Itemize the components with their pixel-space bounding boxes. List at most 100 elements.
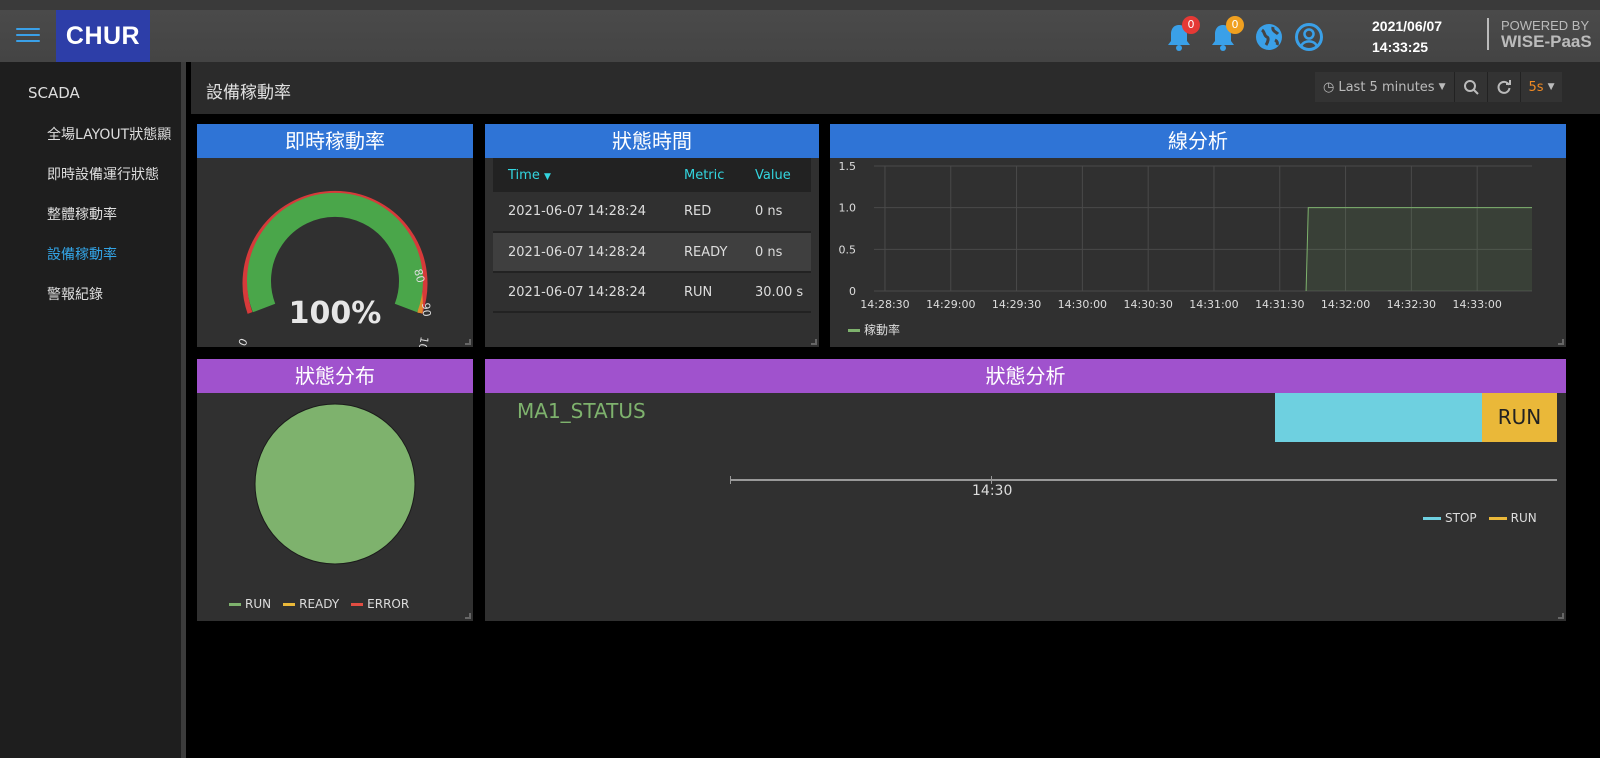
legend-item-ready[interactable]: READY [283,597,339,611]
y-tick-label: 0 [849,285,856,298]
cell-value: 0 ns [740,232,811,273]
sidebar-item-realtime-status[interactable]: 即時設備運行狀態 [47,164,159,184]
refresh-button[interactable] [1488,72,1521,102]
state-distribution-panel: 狀態分布 RUN READY ERROR [197,359,473,621]
line-chart: 0 0.5 1.0 1.5 14:28:30 14:29:00 14:29:30 14:30:… [839,160,1532,311]
x-tick-label: 14:31:00 [1189,298,1238,311]
panel-resize-handle[interactable] [1558,613,1564,619]
series-area [1306,207,1532,291]
user-profile-icon[interactable] [1294,22,1324,52]
datetime-display: 2021/06/07 14:33:25 [1372,16,1442,58]
legend-item-run[interactable]: RUN [229,597,271,611]
legend-item-stop[interactable]: STOP [1423,511,1477,525]
run-state-bar[interactable]: RUN [1482,393,1557,442]
x-tick-label: 14:32:00 [1321,298,1370,311]
gauge-tick-100: 100 [414,335,430,347]
hamburger-menu-icon[interactable] [10,24,46,50]
line-panel-title[interactable]: 線分析 [830,124,1566,158]
powered-by-logo: POWERED BY WISE-PaaS [1487,18,1592,50]
dashboard-titlebar: 設備稼動率 ◷ Last 5 minutes ▼ 5s ▼ [191,62,1600,114]
column-header-time[interactable]: Time ▼ [493,158,669,192]
panel-resize-handle[interactable] [465,339,471,345]
top-navbar: CHUR 0 0 2021/06/07 14:33:25 POWERED BY … [0,10,1600,62]
line-analysis-panel: 線分析 0 0.5 1.0 1.5 14:28:30 14:29:00 14:29:30 14… [830,124,1566,347]
caret-down-icon: ▼ [1547,82,1555,92]
y-tick-label: 0.5 [839,243,857,256]
refresh-interval-label: 5s [1528,79,1544,95]
cell-value: 30.00 s [740,272,811,313]
cell-metric: RED [669,192,740,233]
x-tick-label: 14:33:00 [1452,298,1501,311]
cell-metric: READY [669,232,740,273]
refresh-interval-picker[interactable]: 5s ▼ [1521,72,1563,102]
status-legend: STOP RUN [1423,511,1537,525]
gauge-panel-title[interactable]: 即時稼動率 [197,124,473,158]
x-tick-label: 14:30:30 [1123,298,1172,311]
column-header-value[interactable]: Value [740,158,811,192]
state-time-panel-title[interactable]: 狀態時間 [485,124,819,158]
x-tick-label: 14:29:30 [992,298,1041,311]
sidebar-item-overall-utilization[interactable]: 整體稼動率 [47,204,117,224]
pie-chart-legend: RUN READY ERROR [229,597,409,611]
x-tick-label: 14:30:00 [1058,298,1107,311]
page-title: 設備稼動率 [206,83,291,103]
cell-time: 2021-06-07 14:28:24 [493,272,669,313]
table-header-row: Time ▼ Metric Value [493,158,811,192]
sidebar-item-layout[interactable]: 全場LAYOUT狀態顯 [47,124,171,144]
sidebar: SCADA 全場LAYOUT狀態顯 即時設備運行狀態 整體稼動率 設備稼動率 警… [0,62,186,758]
gauge-panel: 即時稼動率 100% 0 80 90 100 [197,124,473,358]
x-tick-label: 14:28:30 [860,298,909,311]
window-top-strip [0,0,1600,10]
sidebar-item-equipment-utilization[interactable]: 設備稼動率 [47,244,117,264]
state-time-table: Time ▼ Metric Value 2021-06-07 14:28:24 … [493,158,811,313]
panel-resize-handle[interactable] [465,613,471,619]
brand-text: WISE-PaaS [1501,32,1592,51]
clock-icon: ◷ [1323,79,1335,95]
legend-item-error[interactable]: ERROR [351,597,409,611]
zoom-out-button[interactable] [1455,72,1488,102]
pie-slice-run[interactable] [254,403,416,565]
table-row: 2021-06-07 14:28:24 RED 0 ns [493,192,811,233]
time-range-picker[interactable]: ◷ Last 5 minutes ▼ [1315,72,1455,102]
y-tick-label: 1.0 [839,202,857,215]
warning-bell-icon[interactable]: 0 [1208,16,1244,52]
legend-item-run[interactable]: RUN [1488,511,1537,525]
table-row: 2021-06-07 14:28:24 READY 0 ns [493,232,811,273]
gauge-value-text: 100% [289,296,382,331]
caret-down-icon: ▼ [1438,82,1446,92]
column-header-metric[interactable]: Metric [669,158,740,192]
sidebar-item-alarm-log[interactable]: 警報紀錄 [47,284,103,304]
alarm-count-badge: 0 [1182,16,1200,34]
x-tick-label: 14:29:00 [926,298,975,311]
cell-value: 0 ns [740,192,811,233]
magnifier-icon [1463,80,1479,95]
alarm-bell-icon[interactable]: 0 [1164,16,1200,52]
utilization-gauge: 100% 0 80 90 100 [236,190,433,358]
sort-desc-icon: ▼ [543,171,551,182]
panel-resize-handle[interactable] [1558,339,1564,345]
panel-resize-handle[interactable] [811,339,817,345]
status-analysis-panel: 狀態分析 MA1_STATUS RUN 14:30 STOP RUN [485,359,1566,621]
stop-state-bar[interactable] [1275,393,1482,442]
axis-start-tick [730,476,731,484]
sidebar-root-scada[interactable]: SCADA [28,84,80,102]
gauge-tick-90: 90 [419,302,433,317]
time-range-label: Last 5 minutes [1338,79,1435,95]
cell-time: 2021-06-07 14:28:24 [493,192,669,233]
app-logo[interactable]: CHUR [56,10,150,62]
timeline-axis [730,479,1557,481]
status-panel-title[interactable]: 狀態分析 [485,359,1566,393]
line-chart-legend: 稼動率 [848,321,900,338]
gauge-tick-0: 0 [236,336,251,347]
time-controls: ◷ Last 5 minutes ▼ 5s ▼ [1315,72,1563,102]
globe-icon[interactable] [1254,22,1284,52]
warning-count-badge: 0 [1226,16,1244,34]
pie-panel-title[interactable]: 狀態分布 [197,359,473,393]
legend-item-utilization[interactable]: 稼動率 [848,321,900,338]
pie-chart [254,403,416,565]
x-tick-label: 14:32:30 [1387,298,1436,311]
series-label: MA1_STATUS [517,399,646,423]
cell-time: 2021-06-07 14:28:24 [493,232,669,273]
refresh-icon [1497,80,1511,94]
table-row: 2021-06-07 14:28:24 RUN 30.00 s [493,272,811,313]
